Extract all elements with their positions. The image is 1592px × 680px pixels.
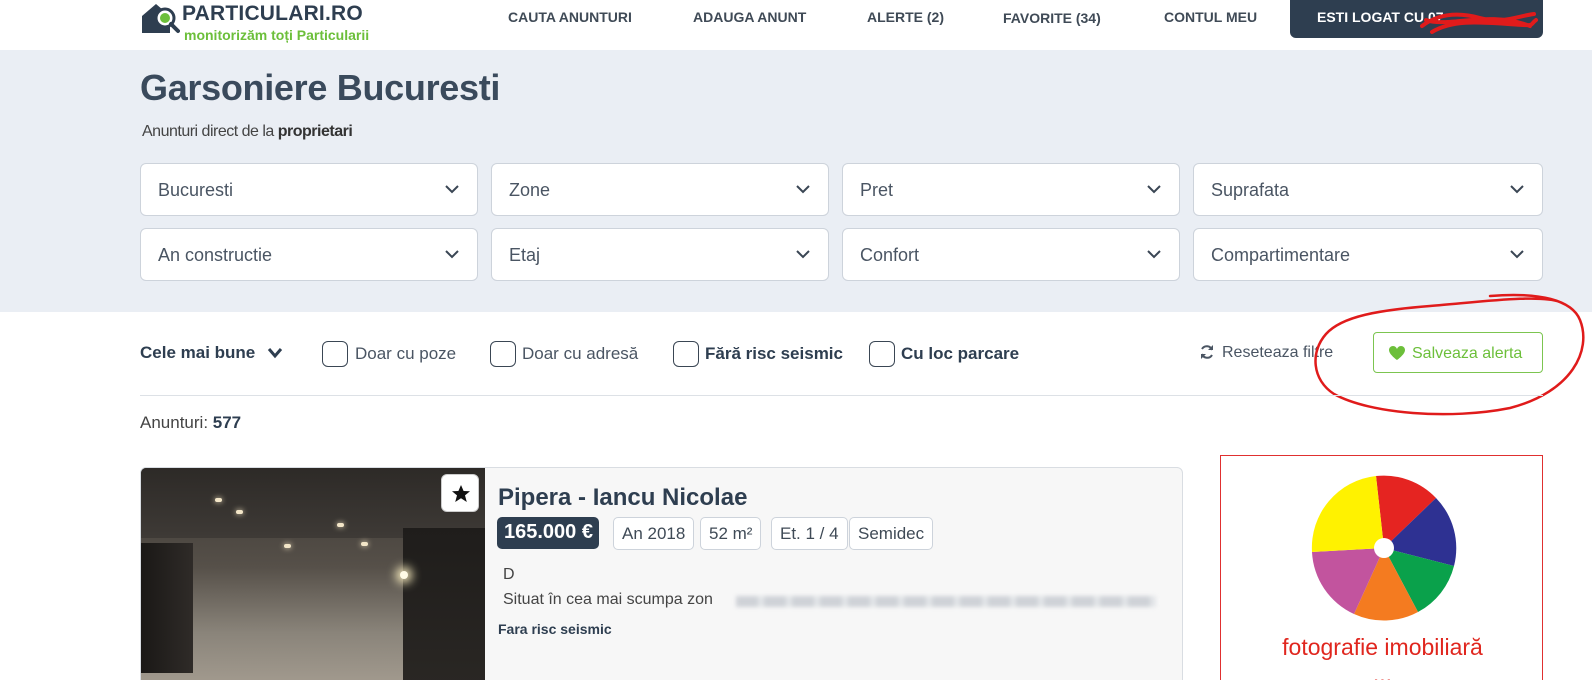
ad-banner[interactable]: fotografie imobiliară ... xyxy=(1220,455,1543,680)
nav-alerte[interactable]: ALERTE (2) xyxy=(867,9,944,25)
chevron-down-icon xyxy=(445,250,459,259)
subtitle-bold: proprietari xyxy=(277,123,353,140)
filter-label: Pret xyxy=(860,180,894,200)
checkbox-label[interactable]: Doar cu poze xyxy=(355,344,456,364)
filter-label: Compartimentare xyxy=(1211,245,1351,265)
logo-tagline: monitorizăm toți Particularii xyxy=(184,27,370,43)
sort-dropdown[interactable]: Cele mai bune xyxy=(140,343,255,363)
divider xyxy=(140,395,1543,396)
checkbox-doar-cu-poze[interactable] xyxy=(322,341,348,367)
filter-confort[interactable]: Confort xyxy=(842,228,1180,281)
ad-headline: fotografie imobiliară xyxy=(1282,634,1483,660)
nav-cauta-anunturi[interactable]: CAUTA ANUNTURI xyxy=(508,9,632,25)
filter-compartimentare[interactable]: Compartimentare xyxy=(1193,228,1543,281)
listing-tag-type: Semidec xyxy=(849,517,934,550)
blurred-text xyxy=(736,596,1156,607)
filter-zone[interactable]: Zone xyxy=(491,163,829,216)
filter-label: Zone xyxy=(509,180,551,200)
ad-subline: ... xyxy=(1372,661,1393,680)
listing-description-line: Situat în cea mai scumpa zon xyxy=(503,591,713,608)
chevron-down-icon xyxy=(1147,250,1161,259)
filter-oras[interactable]: Bucuresti xyxy=(140,163,478,216)
results-count: Anunturi: 577 xyxy=(140,413,241,433)
nav-favorite[interactable]: FAVORITE (34) xyxy=(1003,10,1101,26)
listing-tag-area: 52 m² xyxy=(700,517,762,550)
photo-dark-wall xyxy=(403,528,485,680)
photo-lamp xyxy=(400,571,408,579)
filter-label: Etaj xyxy=(509,245,541,265)
seismic-risk-badge: Fara risc seismic xyxy=(498,621,612,637)
chevron-down-icon xyxy=(1147,185,1161,194)
chevron-down-icon xyxy=(1510,185,1524,194)
star-icon xyxy=(452,485,470,502)
save-alert-button[interactable]: Salveaza alerta xyxy=(1373,332,1543,373)
filter-an-constructie[interactable]: An constructie xyxy=(140,228,478,281)
logo-name: PARTICULARI.RO xyxy=(182,2,363,25)
top-navbar: PARTICULARI.RO monitorizăm toți Particul… xyxy=(0,0,1592,50)
listing-photo[interactable] xyxy=(141,468,485,680)
checkbox-label[interactable]: Fără risc seismic xyxy=(705,344,843,364)
favorite-button[interactable] xyxy=(441,474,479,512)
refresh-icon[interactable] xyxy=(1199,344,1215,360)
filter-label: Confort xyxy=(860,245,920,265)
save-alert-label: Salveaza alerta xyxy=(1412,345,1523,362)
camera-aperture-logo-icon xyxy=(1311,475,1457,621)
filter-etaj[interactable]: Etaj xyxy=(491,228,829,281)
photo-glass-door xyxy=(141,543,193,673)
filter-label: Suprafata xyxy=(1211,180,1290,200)
chevron-down-icon xyxy=(796,185,810,194)
nav-adauga-anunt[interactable]: ADAUGA ANUNT xyxy=(693,9,806,25)
listing-price: 165.000 € xyxy=(497,517,599,549)
photo-ceiling-light xyxy=(236,510,243,514)
listing-card[interactable]: Pipera - Iancu Nicolae 165.000 € An 2018… xyxy=(140,467,1183,680)
listing-description-line: D xyxy=(503,566,515,583)
listing-title[interactable]: Pipera - Iancu Nicolae xyxy=(498,484,747,512)
photo-ceiling-light xyxy=(284,544,291,548)
redaction-scribble xyxy=(1420,12,1538,34)
listing-tag-floor: Et. 1 / 4 xyxy=(771,517,848,550)
page-title: Garsoniere Bucuresti xyxy=(140,67,501,108)
results-count-label: Anunturi: xyxy=(140,413,213,432)
photo-ceiling-light xyxy=(361,542,368,546)
filter-suprafata[interactable]: Suprafata xyxy=(1193,163,1543,216)
filter-pret[interactable]: Pret xyxy=(842,163,1180,216)
checkbox-fara-risc-seismic[interactable] xyxy=(673,341,699,367)
results-count-value: 577 xyxy=(212,413,242,432)
checkbox-label[interactable]: Cu loc parcare xyxy=(901,344,1019,364)
checkbox-doar-cu-adresa[interactable] xyxy=(490,341,516,367)
chevron-down-icon xyxy=(796,250,810,259)
subtitle-prefix: Anunturi direct de la xyxy=(142,123,278,140)
photo-ceiling-light xyxy=(337,523,344,527)
chevron-down-icon xyxy=(445,185,459,194)
chevron-down-icon xyxy=(1510,250,1524,259)
listing-tag-year: An 2018 xyxy=(613,517,695,550)
chevron-down-icon[interactable] xyxy=(267,347,283,359)
nav-contul-meu[interactable]: CONTUL MEU xyxy=(1164,9,1257,25)
house-search-logo-icon xyxy=(142,4,180,33)
page-subtitle: Anunturi direct de la proprietari xyxy=(142,123,353,141)
checkbox-label[interactable]: Doar cu adresă xyxy=(522,344,638,364)
filter-label: An constructie xyxy=(158,245,273,265)
filter-label: Bucuresti xyxy=(158,180,234,200)
checkbox-cu-loc-parcare[interactable] xyxy=(869,341,895,367)
reset-filters-link[interactable]: Reseteaza filtre xyxy=(1222,344,1333,362)
heart-icon xyxy=(1389,346,1405,360)
photo-ceiling-light xyxy=(215,498,222,502)
